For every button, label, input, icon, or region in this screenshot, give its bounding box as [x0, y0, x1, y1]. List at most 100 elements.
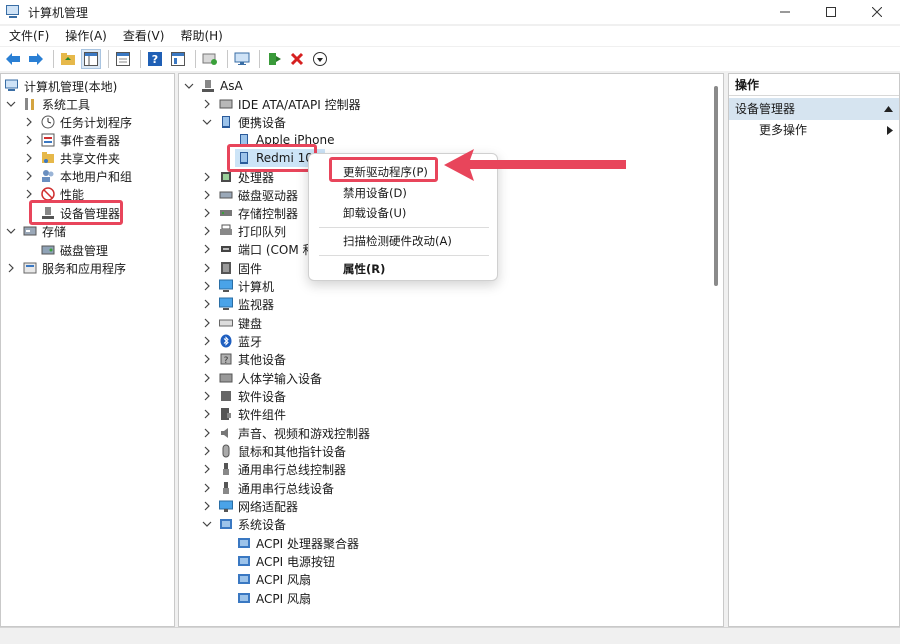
chevron-right-icon[interactable]: [201, 225, 213, 237]
device-category-print-queues[interactable]: 打印队列: [201, 222, 286, 240]
chevron-right-icon[interactable]: [201, 427, 213, 439]
tree-item-shared-folders[interactable]: 共享文件夹: [23, 149, 120, 167]
chevron-right-icon[interactable]: [201, 335, 213, 347]
device-category-keyboards[interactable]: 键盘: [201, 314, 262, 332]
device-acpi-fan[interactable]: ACPI 风扇: [237, 589, 311, 607]
menu-item-uninstall-device[interactable]: 卸载设备(U): [309, 203, 499, 223]
chevron-right-icon[interactable]: [23, 170, 35, 182]
show-hide-tree-button[interactable]: [81, 49, 101, 69]
collapse-up-icon[interactable]: [884, 106, 893, 112]
chevron-right-icon[interactable]: [201, 298, 213, 310]
device-category-mice[interactable]: 鼠标和其他指针设备: [201, 442, 346, 460]
more-actions[interactable]: 更多操作: [729, 120, 899, 140]
menu-file[interactable]: 文件(F): [0, 26, 56, 46]
scan-hardware-button[interactable]: [200, 49, 220, 69]
device-category-software-components[interactable]: 软件组件: [201, 405, 286, 423]
chevron-right-icon[interactable]: [201, 317, 213, 329]
help-button[interactable]: ?: [145, 49, 165, 69]
device-category-usb-devices[interactable]: 通用串行总线设备: [201, 479, 334, 497]
chevron-right-icon[interactable]: [201, 372, 213, 384]
chevron-down-icon[interactable]: [201, 116, 213, 128]
chevron-right-icon[interactable]: [201, 390, 213, 402]
chevron-right-icon[interactable]: [201, 280, 213, 292]
chevron-right-icon[interactable]: [23, 188, 35, 200]
chevron-right-icon[interactable]: [201, 500, 213, 512]
device-acpi-power-button[interactable]: ACPI 电源按钮: [237, 552, 335, 570]
device-category-processor[interactable]: 处理器: [201, 168, 274, 186]
forward-button[interactable]: [26, 49, 46, 69]
software-component-icon: [219, 407, 233, 421]
device-category-ports[interactable]: 端口 (COM 和: [201, 240, 315, 258]
mouse-icon: [219, 444, 233, 458]
device-category-usb-controllers[interactable]: 通用串行总线控制器: [201, 460, 346, 478]
tree-item-task-scheduler[interactable]: 任务计划程序: [23, 113, 132, 131]
properties-button[interactable]: [113, 49, 133, 69]
chevron-right-icon[interactable]: [201, 171, 213, 183]
device-category-disk-drives[interactable]: 磁盘驱动器: [201, 186, 298, 204]
vertical-scrollbar[interactable]: [709, 74, 723, 626]
chevron-down-icon[interactable]: [201, 518, 213, 530]
device-category-firmware[interactable]: 固件: [201, 259, 262, 277]
device-category-system-devices[interactable]: 系统设备: [201, 515, 286, 533]
actions-section-device-manager[interactable]: 设备管理器: [729, 98, 899, 120]
menu-view[interactable]: 查看(V): [114, 26, 172, 46]
menu-item-scan-hardware[interactable]: 扫描检测硬件改动(A): [309, 231, 499, 251]
device-category-portable[interactable]: 便携设备: [201, 113, 286, 131]
maximize-icon: [826, 7, 836, 17]
chevron-right-icon[interactable]: [23, 152, 35, 164]
chevron-right-icon[interactable]: [5, 262, 17, 274]
device-category-computer[interactable]: 计算机: [201, 277, 274, 295]
device-category-storage-controllers[interactable]: 存储控制器: [201, 204, 298, 222]
close-button[interactable]: [854, 0, 900, 24]
chevron-right-icon[interactable]: [201, 243, 213, 255]
device-label: 系统设备: [238, 517, 287, 532]
tree-item-disk-management[interactable]: 磁盘管理: [41, 241, 108, 259]
download-button[interactable]: [310, 49, 330, 69]
chevron-right-icon[interactable]: [23, 116, 35, 128]
chevron-right-icon[interactable]: [201, 353, 213, 365]
tree-item-services-apps[interactable]: 服务和应用程序: [5, 259, 126, 277]
menu-action[interactable]: 操作(A): [56, 26, 114, 46]
help-topics-button[interactable]: [168, 49, 188, 69]
tree-item-system-tools[interactable]: 系统工具: [5, 95, 90, 113]
device-root[interactable]: AsA: [183, 77, 243, 95]
back-button[interactable]: [3, 49, 23, 69]
chevron-right-icon[interactable]: [201, 189, 213, 201]
menu-item-properties[interactable]: 属性(R): [309, 259, 499, 279]
chevron-down-icon[interactable]: [5, 225, 17, 237]
tree-item-local-users[interactable]: 本地用户和组: [23, 167, 132, 185]
device-acpi-fan[interactable]: ACPI 风扇: [237, 570, 311, 588]
device-category-bluetooth[interactable]: 蓝牙: [201, 332, 262, 350]
chevron-down-icon[interactable]: [5, 98, 17, 110]
device-acpi-processor-aggregator[interactable]: ACPI 处理器聚合器: [237, 534, 359, 552]
uninstall-button[interactable]: [287, 49, 307, 69]
maximize-button[interactable]: [808, 0, 854, 24]
chevron-down-icon[interactable]: [183, 80, 195, 92]
device-category-software-devices[interactable]: 软件设备: [201, 387, 286, 405]
chevron-right-icon[interactable]: [201, 482, 213, 494]
monitor-button[interactable]: [232, 49, 252, 69]
device-category-hid[interactable]: 人体学输入设备: [201, 369, 322, 387]
update-driver-button[interactable]: [264, 49, 284, 69]
scrollbar-thumb[interactable]: [714, 86, 718, 286]
menu-item-disable-device[interactable]: 禁用设备(D): [309, 183, 499, 203]
up-level-button[interactable]: [58, 49, 78, 69]
device-category-network-adapters[interactable]: 网络适配器: [201, 497, 298, 515]
device-category-monitors[interactable]: 监视器: [201, 295, 274, 313]
device-category-ide[interactable]: IDE ATA/ATAPI 控制器: [201, 95, 361, 113]
actions-header: 操作: [729, 74, 899, 96]
chevron-right-icon[interactable]: [201, 98, 213, 110]
chevron-right-icon[interactable]: [201, 262, 213, 274]
chevron-right-icon[interactable]: [201, 408, 213, 420]
tree-item-event-viewer[interactable]: 事件查看器: [23, 131, 120, 149]
chevron-right-icon[interactable]: [201, 207, 213, 219]
menu-help[interactable]: 帮助(H): [171, 26, 229, 46]
device-label: 蓝牙: [238, 334, 263, 349]
tree-item-computer-management[interactable]: 计算机管理(本地): [5, 77, 117, 95]
chevron-right-icon[interactable]: [23, 134, 35, 146]
device-category-other[interactable]: ? 其他设备: [201, 350, 286, 368]
minimize-button[interactable]: [762, 0, 808, 24]
chevron-right-icon[interactable]: [201, 445, 213, 457]
device-category-sound[interactable]: 声音、视频和游戏控制器: [201, 424, 370, 442]
chevron-right-icon[interactable]: [201, 463, 213, 475]
